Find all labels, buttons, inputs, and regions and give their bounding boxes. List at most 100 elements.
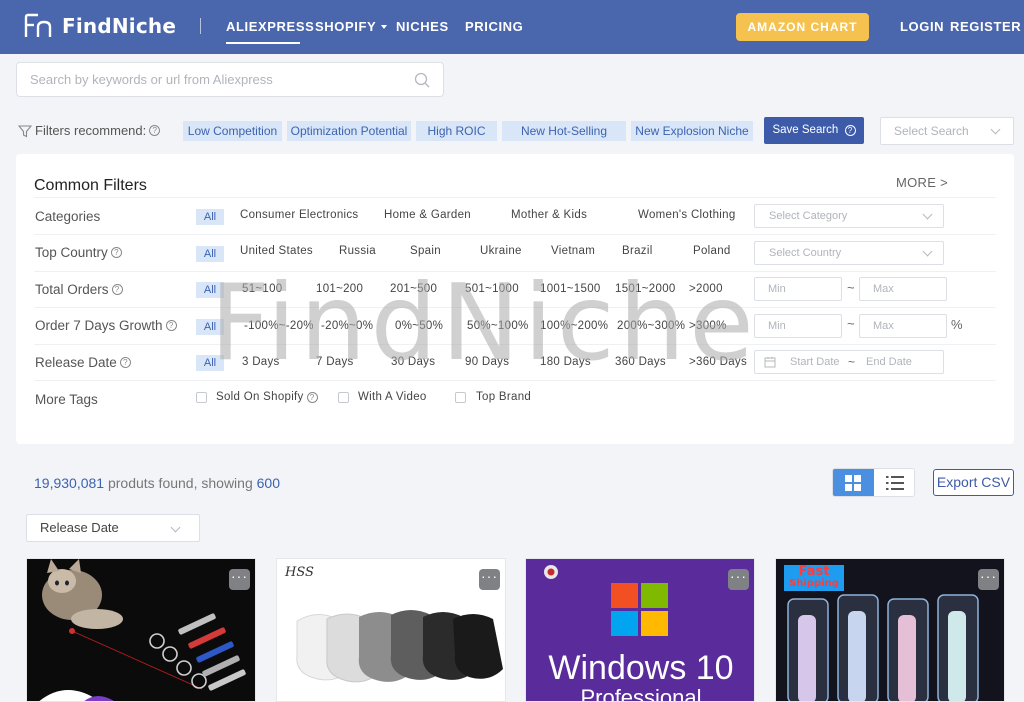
- more-options-button[interactable]: ···: [978, 569, 999, 590]
- growth-all[interactable]: All: [196, 319, 224, 335]
- nav-pricing[interactable]: PRICING: [465, 19, 523, 34]
- list-view-button[interactable]: [874, 469, 914, 496]
- help-icon[interactable]: ?: [111, 284, 123, 295]
- select-country-placeholder: Select Country: [769, 247, 842, 259]
- orders-min-input[interactable]: Min: [754, 277, 842, 301]
- total-orders-text: Total Orders: [35, 282, 109, 297]
- category-option[interactable]: Consumer Electronics: [240, 209, 358, 221]
- release-option[interactable]: 30 Days: [391, 356, 435, 368]
- country-option[interactable]: Ukraine: [480, 245, 522, 257]
- chevron-down-icon: [170, 522, 181, 533]
- help-icon[interactable]: ?: [119, 357, 131, 368]
- orders-option[interactable]: 501~1000: [465, 283, 519, 295]
- country-all[interactable]: All: [196, 246, 224, 262]
- growth-option[interactable]: 50%~100%: [467, 320, 529, 332]
- categories-all[interactable]: All: [196, 209, 224, 225]
- more-options-button[interactable]: ···: [728, 569, 749, 590]
- top-country-label: Top Country ?: [35, 245, 122, 260]
- growth-option[interactable]: 0%~50%: [395, 320, 443, 332]
- release-option[interactable]: 360 Days: [615, 356, 666, 368]
- country-option[interactable]: Vietnam: [551, 245, 595, 257]
- release-option[interactable]: >360 Days: [689, 356, 747, 368]
- chip-low-competition[interactable]: Low Competition: [183, 121, 282, 141]
- checkbox-sold-on-shopify[interactable]: [196, 392, 207, 403]
- login-link[interactable]: LOGIN: [900, 19, 944, 34]
- logo-text: FindNiche: [62, 14, 177, 38]
- select-category-dropdown[interactable]: Select Category: [754, 204, 944, 228]
- sort-value: Release Date: [40, 520, 119, 535]
- release-option[interactable]: 180 Days: [540, 356, 591, 368]
- release-date-range-picker[interactable]: Start Date ~ End Date: [754, 350, 944, 374]
- findniche-logo[interactable]: FindNiche: [24, 13, 176, 39]
- release-option[interactable]: 7 Days: [316, 356, 354, 368]
- nav-niches[interactable]: NICHES: [396, 19, 449, 34]
- country-option[interactable]: Poland: [693, 245, 731, 257]
- release-option[interactable]: 3 Days: [242, 356, 280, 368]
- help-icon[interactable]: ?: [110, 247, 122, 258]
- filter-funnel-icon: [18, 124, 32, 137]
- growth-option[interactable]: >300%: [689, 320, 727, 332]
- search-input[interactable]: [17, 63, 397, 96]
- export-csv-button[interactable]: Export CSV: [933, 469, 1014, 496]
- orders-option[interactable]: 1501~2000: [615, 283, 676, 295]
- checkbox-top-brand[interactable]: [455, 392, 466, 403]
- select-search-dropdown[interactable]: Select Search: [880, 117, 1014, 145]
- grid-view-button[interactable]: [833, 469, 874, 496]
- country-option[interactable]: United States: [240, 245, 313, 257]
- more-filters-link[interactable]: MORE >: [896, 175, 948, 190]
- category-option[interactable]: Mother & Kids: [511, 209, 587, 221]
- orders-option[interactable]: >2000: [689, 283, 723, 295]
- category-option[interactable]: Home & Garden: [384, 209, 471, 221]
- start-date-input[interactable]: Start Date: [790, 356, 840, 368]
- divider: [34, 344, 996, 345]
- help-icon[interactable]: ?: [306, 391, 318, 403]
- product-card[interactable]: HSS ···: [276, 558, 506, 702]
- divider: [34, 380, 996, 381]
- growth-option[interactable]: -20%~0%: [321, 320, 373, 332]
- fast-shipping-line1: Fast: [798, 564, 830, 579]
- release-option[interactable]: 90 Days: [465, 356, 509, 368]
- product-card[interactable]: ···: [26, 558, 256, 702]
- more-options-button[interactable]: ···: [479, 569, 500, 590]
- country-option[interactable]: Spain: [410, 245, 441, 257]
- amazon-chart-button[interactable]: AMAZON CHART: [736, 13, 869, 41]
- search-icon[interactable]: [414, 72, 430, 88]
- sort-dropdown[interactable]: Release Date: [26, 514, 200, 542]
- orders-all[interactable]: All: [196, 282, 224, 298]
- checkbox-with-a-video[interactable]: [338, 392, 349, 403]
- chip-new-hot-selling[interactable]: New Hot-Selling: [502, 121, 626, 141]
- more-options-button[interactable]: ···: [229, 569, 250, 590]
- fast-shipping-line2: Shipping: [789, 578, 839, 589]
- chip-new-explosion-niche[interactable]: New Explosion Niche: [631, 121, 753, 141]
- growth-min-input[interactable]: Min: [754, 314, 842, 338]
- orders-option[interactable]: 1001~1500: [540, 283, 601, 295]
- chip-optimization-potential[interactable]: Optimization Potential: [287, 121, 411, 141]
- product-card[interactable]: Fast Shipping ···: [775, 558, 1005, 702]
- register-link[interactable]: REGISTER: [950, 19, 1021, 34]
- product-card[interactable]: Windows 10 Professional ···: [525, 558, 755, 702]
- results-summary: 19,930,081 produts found, showing 600: [34, 475, 280, 491]
- growth-option[interactable]: 200%~300%: [617, 320, 685, 332]
- release-all[interactable]: All: [196, 355, 224, 371]
- help-icon[interactable]: ?: [149, 125, 161, 136]
- growth-max-input[interactable]: Max: [859, 314, 947, 338]
- country-option[interactable]: Brazil: [622, 245, 653, 257]
- chevron-down-icon: [990, 124, 1001, 135]
- orders-max-input[interactable]: Max: [859, 277, 947, 301]
- nav-aliexpress[interactable]: ALIEXPRESS: [226, 19, 314, 34]
- chip-high-roic[interactable]: High ROIC: [416, 121, 497, 141]
- orders-option[interactable]: 51~100: [242, 283, 283, 295]
- save-search-button[interactable]: Save Search ?: [764, 117, 864, 144]
- growth-option[interactable]: 100%~200%: [540, 320, 608, 332]
- help-icon[interactable]: ?: [165, 320, 177, 331]
- orders-option[interactable]: 201~500: [390, 283, 437, 295]
- nav-shopify[interactable]: SHOPIFY: [315, 19, 388, 34]
- category-option[interactable]: Women's Clothing: [638, 209, 736, 221]
- percent-unit: %: [951, 317, 963, 332]
- select-country-dropdown[interactable]: Select Country: [754, 241, 944, 265]
- orders-option[interactable]: 101~200: [316, 283, 363, 295]
- growth-option[interactable]: -100%~-20%: [244, 320, 314, 332]
- order-growth-label: Order 7 Days Growth ?: [35, 318, 177, 333]
- country-option[interactable]: Russia: [339, 245, 376, 257]
- end-date-input[interactable]: End Date: [866, 356, 912, 368]
